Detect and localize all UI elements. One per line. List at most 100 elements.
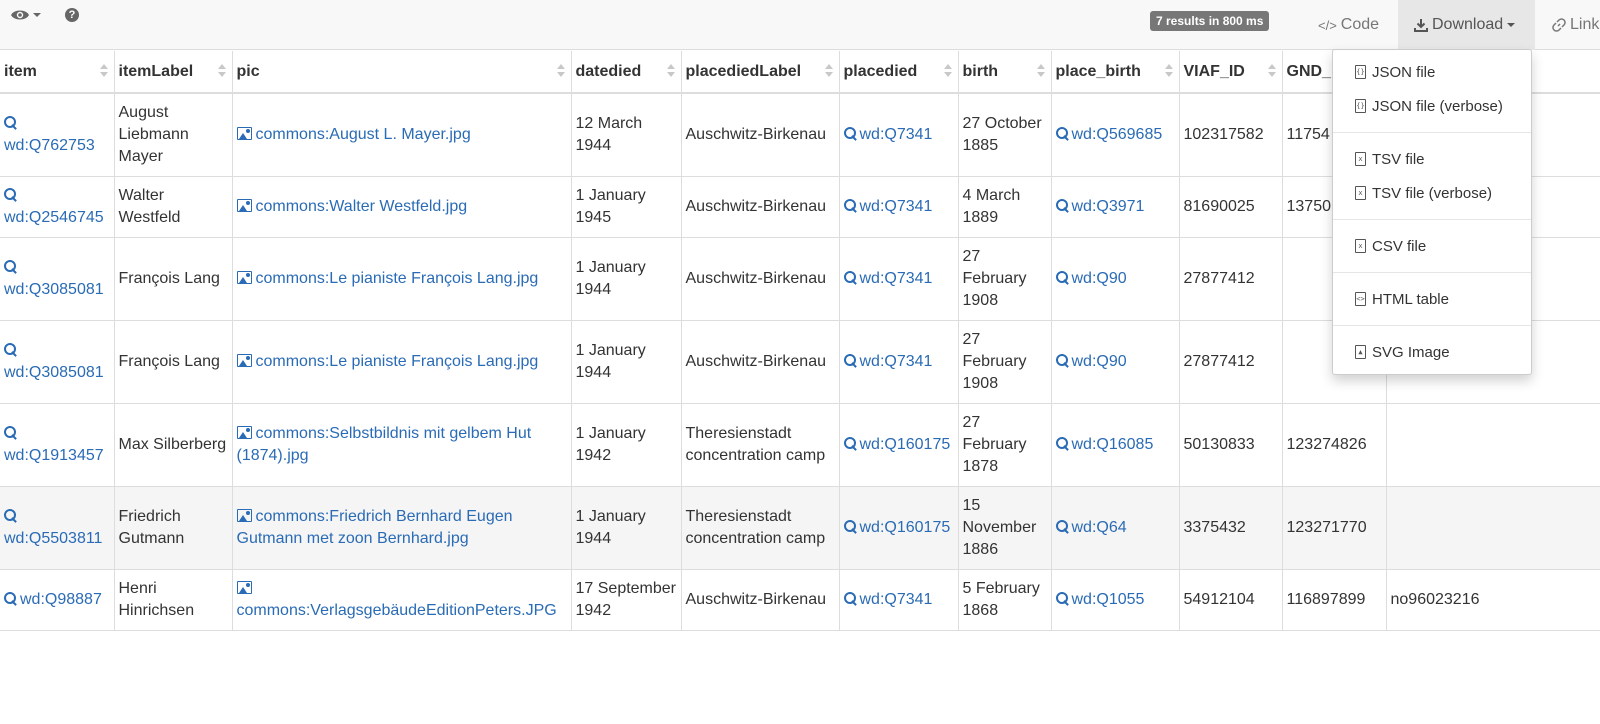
cell-text: 1 January 1945 [575,187,646,226]
chevron-down-icon [1507,23,1516,27]
cell-text: 4 March 1889 [962,187,1021,226]
column-header-4[interactable]: placediedLabel [681,51,840,94]
code-label: Code [1340,16,1380,33]
search-icon [4,260,17,273]
entity-link[interactable]: wd:Q7341 [843,198,932,215]
entity-link[interactable]: wd:Q7341 [843,591,932,608]
column-header-8[interactable]: VIAF_ID [1179,51,1283,94]
download-menu-item[interactable]: <> HTML table [1333,282,1531,316]
link-button[interactable]: Link [1552,0,1599,50]
table-cell: no96023216 [1386,569,1600,631]
column-header-6[interactable]: birth [958,51,1052,94]
cell-text: 1 January 1944 [575,259,646,298]
html-file-icon: <> [1355,292,1366,306]
download-button[interactable]: Download [1398,0,1535,50]
menu-item-label: JSON file (verbose) [1372,97,1503,115]
entity-link[interactable]: wd:Q64 [1055,519,1127,536]
column-header-5[interactable]: placedied [839,51,959,94]
sort-icon[interactable] [824,64,833,77]
cell-text: 123274826 [1286,436,1367,453]
table-cell: 123271770 [1282,486,1387,570]
table-row: wd:Q98887 Henri Hinrichsen commons:Verlags… [0,569,1600,631]
column-header-3[interactable]: datedied [571,51,682,94]
column-header-0[interactable]: item [0,51,115,94]
cell-text: 1 January 1944 [575,342,646,381]
download-label: Download [1432,16,1504,33]
entity-link[interactable]: wd:Q160175 [843,519,950,536]
entity-link[interactable]: wd:Q7341 [843,270,932,287]
entity-link[interactable]: wd:Q2546745 [4,187,104,226]
table-cell: 102317582 [1179,93,1283,177]
download-menu-item[interactable]: {} JSON file [1333,55,1531,89]
commons-image-link[interactable]: commons:Le pianiste François Lang.jpg [236,353,538,370]
commons-image-link[interactable]: commons:Friedrich Bernhard Eugen Gutmann… [236,508,513,547]
sort-icon[interactable] [666,64,675,77]
sort-icon[interactable] [1164,64,1173,77]
entity-link[interactable]: wd:Q3085081 [4,342,104,381]
code-button[interactable]: </> Code [1318,0,1379,50]
image-icon [236,581,252,594]
entity-link[interactable]: wd:Q569685 [1055,126,1162,143]
entity-link[interactable]: wd:Q90 [1055,270,1127,287]
column-header-7[interactable]: place_birth [1051,51,1180,94]
sort-icon[interactable] [1036,64,1045,77]
cell-text: 27 October 1885 [962,115,1042,154]
entity-link[interactable]: wd:Q160175 [843,436,950,453]
entity-link[interactable]: wd:Q762753 [4,115,95,154]
display-mode-button[interactable] [10,8,41,22]
commons-image-link[interactable]: commons:August L. Mayer.jpg [236,126,471,143]
table-cell: 123274826 [1282,403,1387,487]
table-cell: François Lang [114,237,233,321]
tsv-file-icon: x [1355,186,1366,200]
table-cell: 50130833 [1179,403,1283,487]
tsv-file-icon: x [1355,152,1366,166]
help-icon[interactable]: ? [65,8,79,22]
search-icon [1055,271,1069,284]
entity-link[interactable]: wd:Q3971 [1055,198,1145,215]
sort-icon[interactable] [556,64,565,77]
entity-link[interactable]: wd:Q1055 [1055,591,1145,608]
menu-divider [1333,272,1531,273]
cell-text: 102317582 [1183,126,1264,143]
entity-link[interactable]: wd:Q16085 [1055,436,1153,453]
entity-link[interactable]: wd:Q1913457 [4,425,104,464]
link-text: wd:Q1055 [1071,591,1145,608]
table-cell: commons:Le pianiste François Lang.jpg [232,237,572,321]
entity-link[interactable]: wd:Q3085081 [4,259,104,298]
commons-image-link[interactable]: commons:Selbstbildnis mit gelbem Hut (18… [236,425,531,464]
link-text: wd:Q3971 [1071,198,1145,215]
download-menu-item[interactable]: {} JSON file (verbose) [1333,89,1531,123]
sort-icon[interactable] [99,64,108,77]
table-cell: Theresienstadt concentration camp [681,403,840,487]
json-file-icon: {} [1355,99,1366,113]
column-header-1[interactable]: itemLabel [114,51,233,94]
commons-image-link[interactable]: commons:Walter Westfeld.jpg [236,198,467,215]
link-text: wd:Q90 [1071,353,1127,370]
menu-divider [1333,325,1531,326]
table-cell: 27877412 [1179,237,1283,321]
entity-link[interactable]: wd:Q7341 [843,353,932,370]
column-header-label: placediedLabel [685,62,802,80]
download-menu-item[interactable]: x TSV file (verbose) [1333,176,1531,210]
sort-icon[interactable] [1267,64,1276,77]
entity-link[interactable]: wd:Q90 [1055,353,1127,370]
download-menu-item[interactable]: x TSV file [1333,142,1531,176]
table-cell: wd:Q160175 [839,403,959,487]
entity-link[interactable]: wd:Q98887 [4,591,102,608]
cell-text: 27 February 1908 [962,248,1027,309]
download-menu-item[interactable]: x CSV file [1333,229,1531,263]
cell-text: 50130833 [1183,436,1255,453]
toolbar-left: ? [10,8,79,22]
sort-icon[interactable] [217,64,226,77]
commons-image-link[interactable]: commons:Le pianiste François Lang.jpg [236,270,538,287]
menu-item-label: JSON file [1372,63,1436,81]
entity-link[interactable]: wd:Q5503811 [4,508,102,547]
column-header-2[interactable]: pic [232,51,572,94]
commons-image-link[interactable]: commons:VerlagsgebäudeEditionPeters.JPG [236,580,557,619]
cell-text: 116897899 [1286,591,1366,608]
image-icon [236,199,252,212]
cell-text: 27 February 1908 [962,331,1027,392]
download-menu-item[interactable]: ▲ SVG Image [1333,335,1531,369]
sort-icon[interactable] [943,64,952,77]
entity-link[interactable]: wd:Q7341 [843,126,932,143]
